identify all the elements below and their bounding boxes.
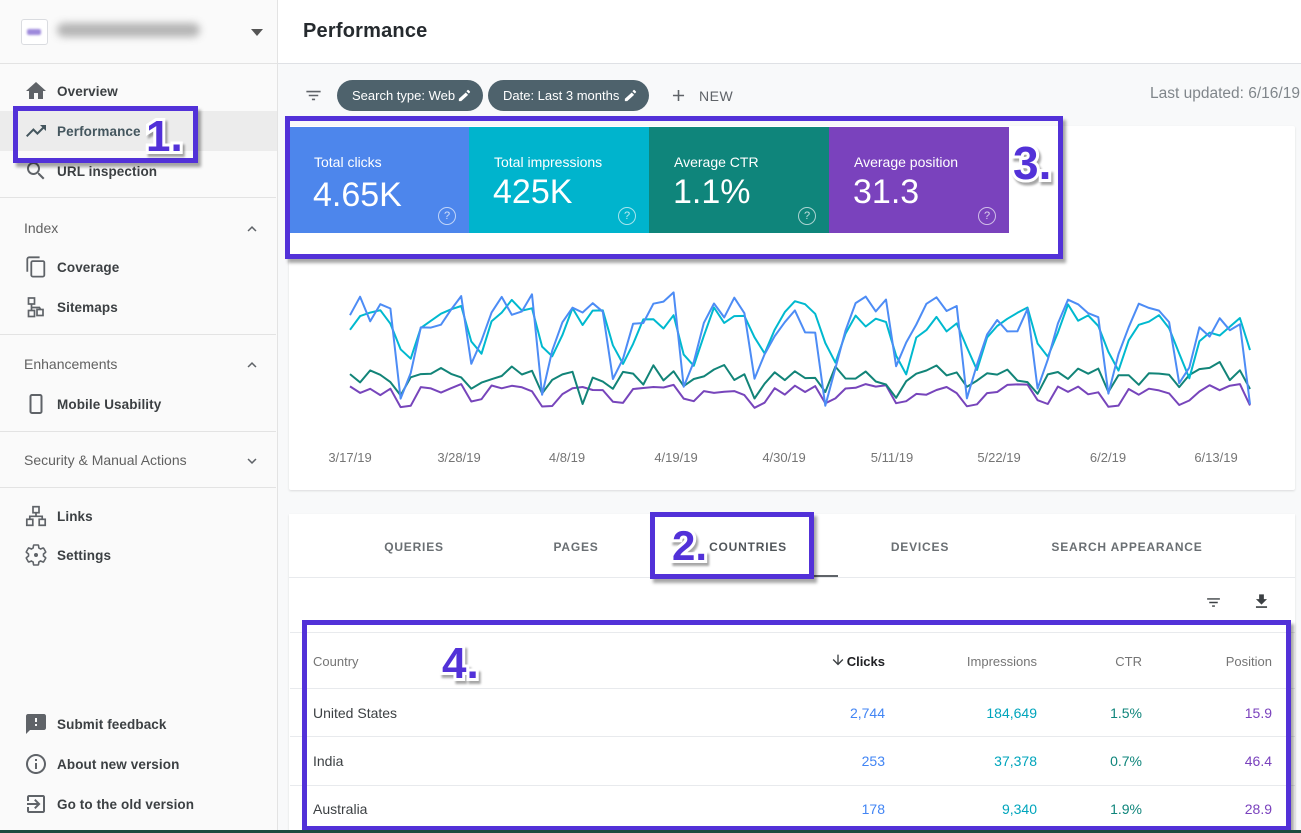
svg-text:1.: 1. (146, 112, 183, 161)
svg-text:3.: 3. (1013, 137, 1051, 189)
svg-text:4.: 4. (442, 639, 479, 688)
svg-text:2.: 2. (672, 522, 707, 569)
